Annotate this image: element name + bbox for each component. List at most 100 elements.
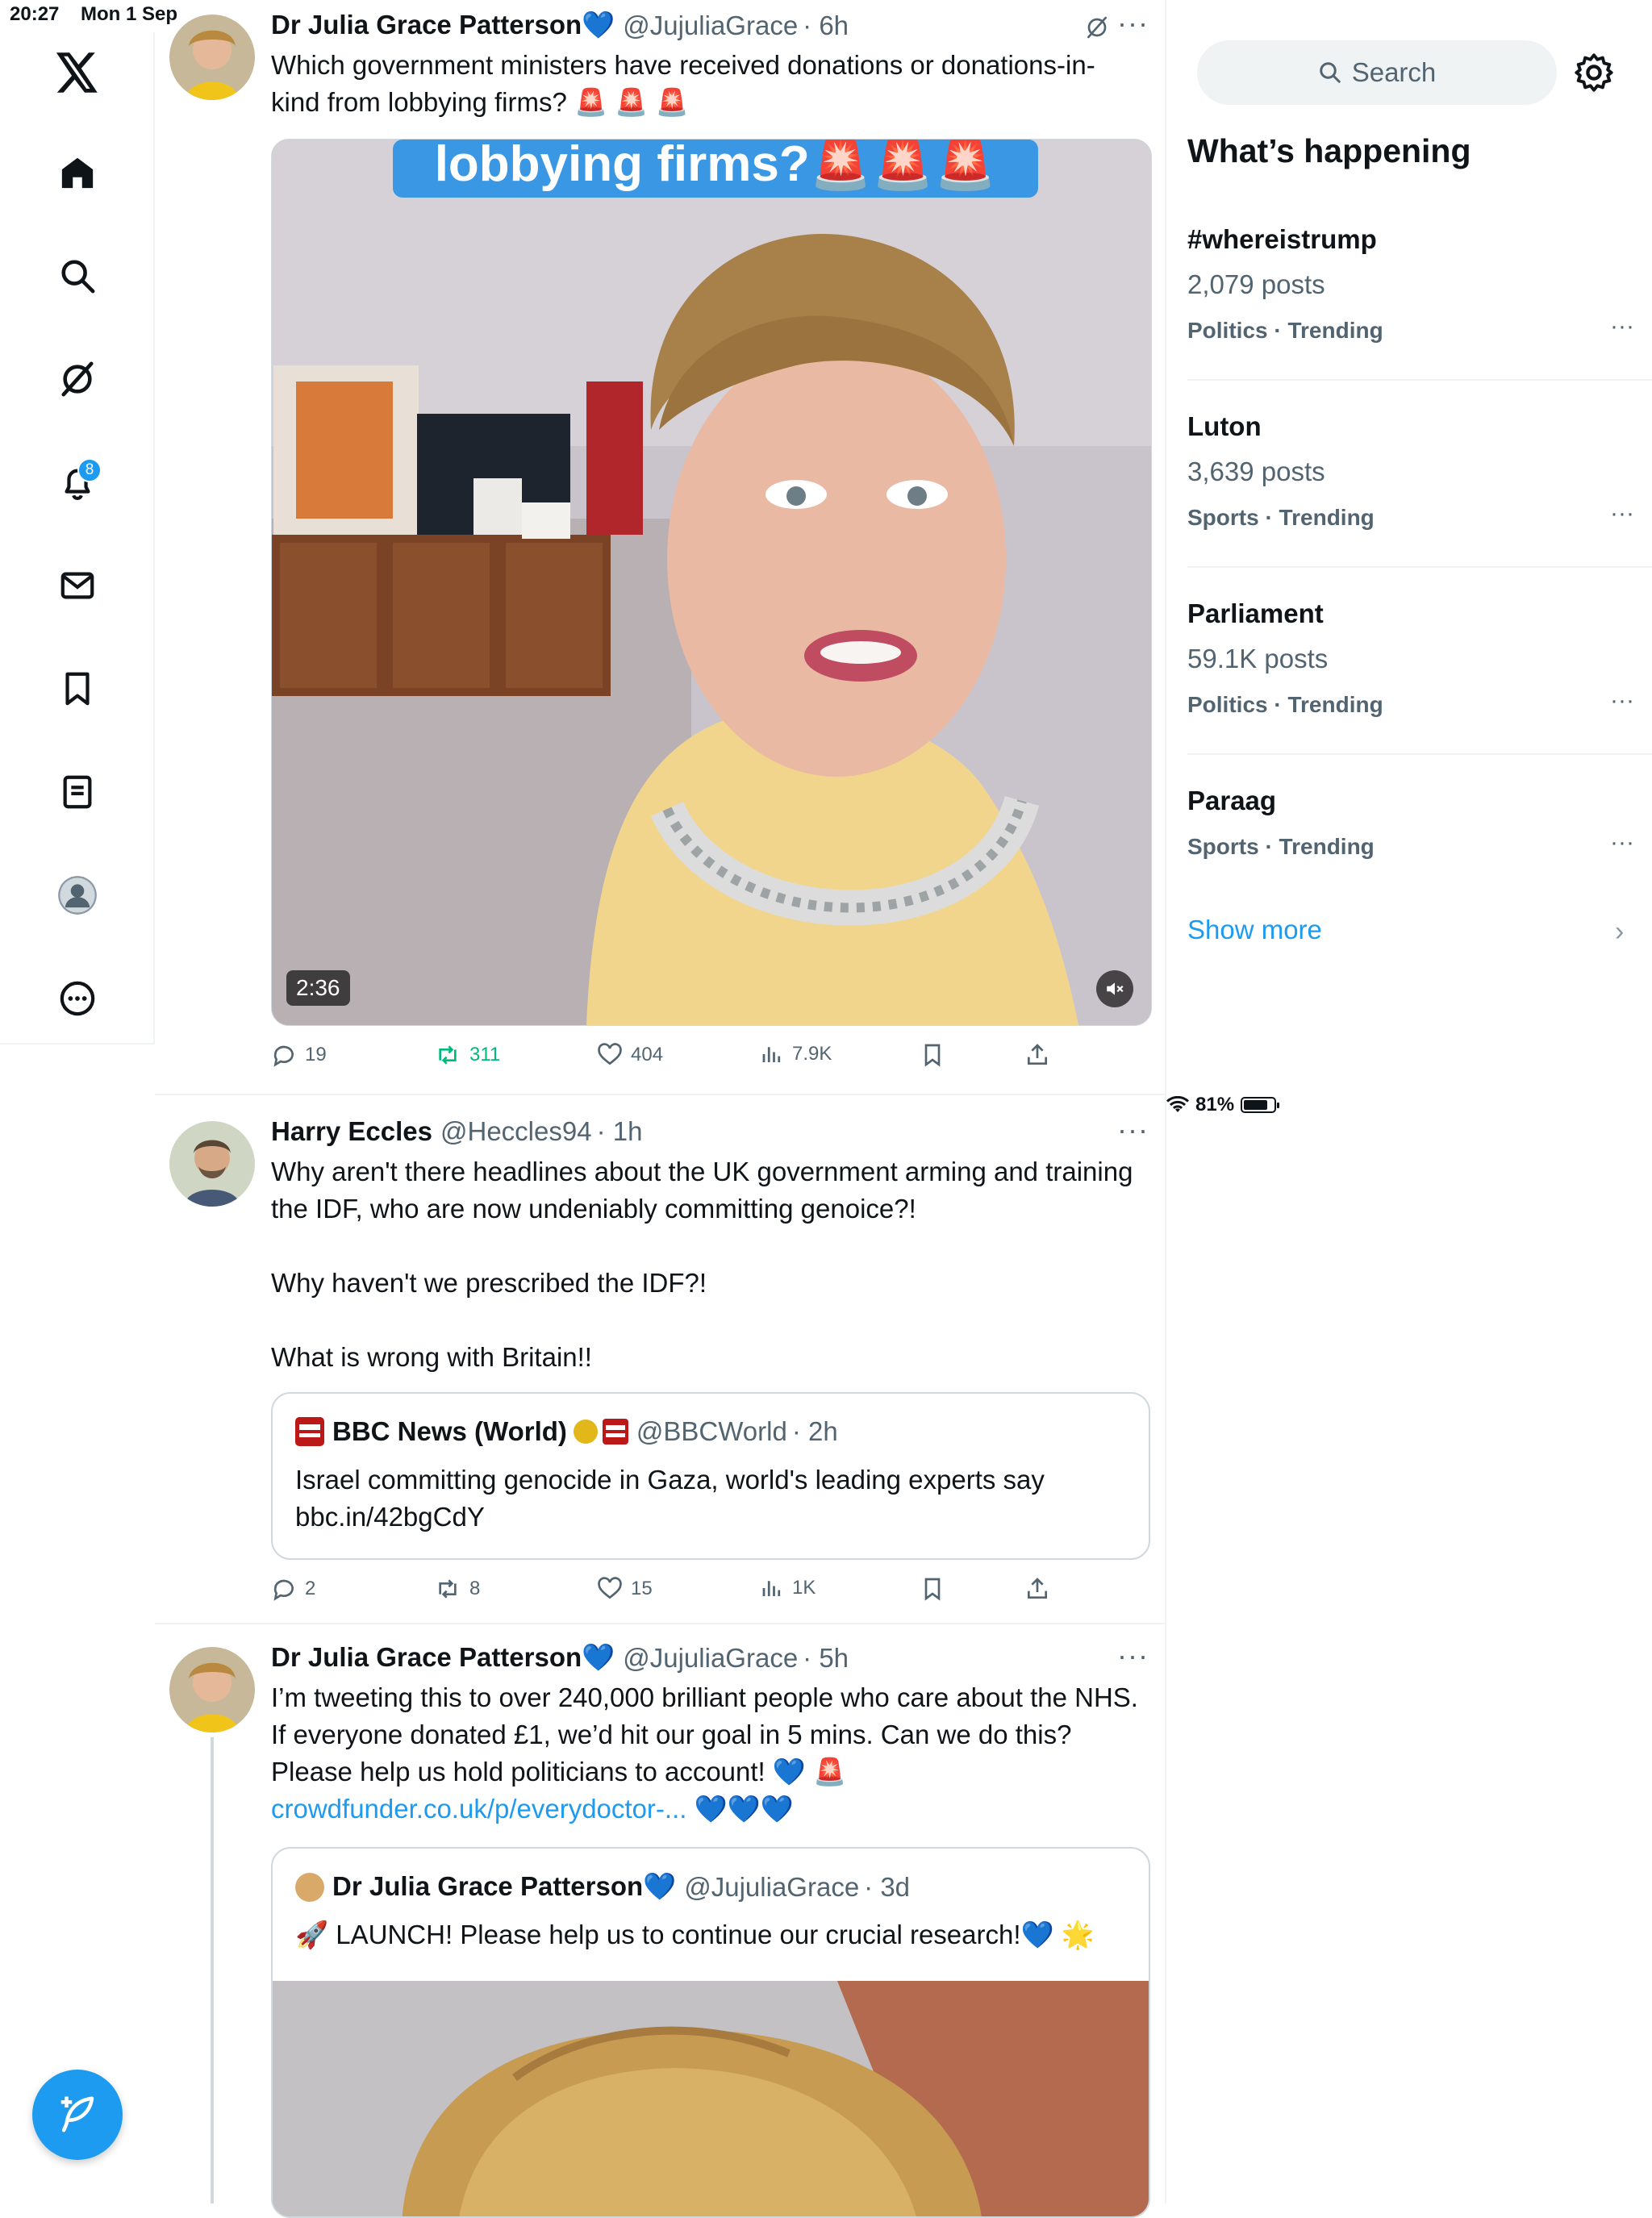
views-button[interactable]: 1K xyxy=(760,1576,816,1600)
author-handle[interactable]: @Heccles94 xyxy=(440,1116,592,1147)
share-icon xyxy=(1028,1578,1047,1599)
quoted-author-name: BBC News (World) xyxy=(332,1416,567,1446)
x-logo-icon[interactable] xyxy=(53,48,102,97)
whats-happening-title: What’s happening xyxy=(1187,132,1471,169)
heart-icon xyxy=(598,1577,622,1599)
notifications-badge: 8 xyxy=(77,458,102,482)
bookmark-button[interactable] xyxy=(920,1042,945,1068)
quoted-tweet-text: 🚀 LAUNCH! Please help us to continue our… xyxy=(295,1920,1095,1949)
heart-icon xyxy=(598,1043,622,1065)
quoted-tweet[interactable]: Dr Julia Grace Patterson💙 @JujuliaGrace … xyxy=(271,1847,1150,2218)
tweet-text: Why aren't there headlines about the UK … xyxy=(271,1153,1142,1376)
quoted-tweet[interactable]: BBC News (World) @BBCWorld · 2h Israel c… xyxy=(271,1392,1150,1560)
share-button[interactable] xyxy=(1024,1042,1050,1068)
more-options-icon[interactable] xyxy=(53,974,102,1023)
more-options-icon[interactable]: ··· xyxy=(1610,829,1634,857)
tweet-paragraph: Why aren't there headlines about the UK … xyxy=(271,1157,1133,1224)
bookmark-button[interactable] xyxy=(920,1576,945,1602)
more-options-icon[interactable]: ··· xyxy=(1117,1113,1149,1147)
compose-post-button[interactable] xyxy=(32,2070,123,2160)
trend-count: 59.1K posts xyxy=(1187,644,1329,673)
avatar[interactable] xyxy=(169,1121,255,1207)
reply-button[interactable]: 2 xyxy=(271,1576,315,1602)
share-button[interactable] xyxy=(1024,1576,1050,1602)
tweet-paragraph: What is wrong with Britain!! xyxy=(271,1342,592,1372)
tweet-card[interactable]: Harry Eccles @Heccles94 · 1h ··· Why are… xyxy=(155,1095,1165,1624)
bookmark-icon xyxy=(924,1578,941,1601)
quoted-author-name: Dr Julia Grace Patterson💙 xyxy=(332,1871,677,1901)
tweet-paragraph: I’m tweeting this to over 240,000 brilli… xyxy=(271,1682,1138,1786)
retweet-count: 311 xyxy=(469,1044,501,1065)
share-icon xyxy=(1028,1044,1047,1065)
author-handle[interactable]: @JujuliaGrace xyxy=(623,10,798,41)
trend-count: 2,079 posts xyxy=(1187,269,1325,299)
avatar[interactable] xyxy=(169,15,255,100)
tweet-text: Which government ministers have received… xyxy=(271,50,1095,117)
more-options-icon[interactable]: ··· xyxy=(1610,687,1634,715)
settings-gear-icon[interactable] xyxy=(1573,52,1615,94)
bookmark-icon xyxy=(924,1044,941,1067)
trend-category: Politics · Trending xyxy=(1187,318,1383,343)
more-options-icon[interactable]: ··· xyxy=(1117,6,1149,40)
bookmarks-icon[interactable] xyxy=(53,665,102,713)
quoted-media-image[interactable] xyxy=(273,1981,1149,2216)
timeline: Dr Julia Grace Patterson💙 @JujuliaGrace … xyxy=(155,0,1166,2218)
tweet-paragraph: Why haven't we prescribed the IDF?! xyxy=(271,1268,707,1298)
author-handle[interactable]: @JujuliaGrace xyxy=(623,1643,798,1674)
trend-item[interactable]: Luton 3,639 posts Sports · Trending ··· xyxy=(1187,405,1637,566)
show-more-link[interactable]: Show more xyxy=(1187,915,1322,945)
quoted-tweet-text: Israel committing genocide in Gaza, worl… xyxy=(295,1461,1126,1536)
like-button[interactable]: 15 xyxy=(597,1576,653,1602)
tweet-header: Harry Eccles @Heccles94 · 1h xyxy=(271,1116,642,1147)
trend-item[interactable]: Parliament 59.1K posts Politics · Trendi… xyxy=(1187,592,1637,753)
grok-icon[interactable] xyxy=(53,355,102,403)
reply-button[interactable]: 19 xyxy=(271,1042,327,1068)
mute-button[interactable] xyxy=(1096,970,1133,1007)
quoted-link[interactable]: bbc.in/42bgCdY xyxy=(295,1499,1126,1536)
author-name[interactable]: Harry Eccles xyxy=(271,1116,432,1147)
tweet-card[interactable]: Dr Julia Grace Patterson💙 @JujuliaGrace … xyxy=(155,0,1165,1095)
tweet-actions: 2 8 15 1K xyxy=(271,1576,1078,1608)
avatar xyxy=(295,1872,324,1902)
crowdfunder-link[interactable]: crowdfunder.co.uk/p/everydoctor-... xyxy=(271,1794,686,1824)
search-input[interactable]: Search xyxy=(1197,40,1557,105)
reply-count: 19 xyxy=(305,1044,327,1065)
bbc-logo-icon xyxy=(295,1417,324,1446)
more-options-icon[interactable]: ··· xyxy=(1610,500,1634,527)
grok-icon[interactable] xyxy=(1084,15,1110,40)
notifications-bell-icon[interactable]: 8 xyxy=(53,458,102,507)
more-options-icon[interactable]: ··· xyxy=(1610,313,1634,340)
quoted-tweet-time: · 3d xyxy=(864,1871,911,1902)
video-player[interactable]: lobbying firms?🚨🚨🚨 2:36 xyxy=(271,139,1152,1026)
like-button[interactable]: 404 xyxy=(597,1042,663,1068)
tweet-actions: 19 311 404 7.9K xyxy=(271,1042,1078,1074)
trend-item[interactable]: #whereistrump 2,079 posts Politics · Tre… xyxy=(1187,218,1637,379)
search-placeholder: Search xyxy=(1351,57,1437,87)
trend-name: Parliament xyxy=(1187,598,1324,628)
lists-icon[interactable] xyxy=(53,768,102,816)
quoted-tweet-header: BBC News (World) @BBCWorld · 2h xyxy=(295,1416,838,1447)
chevron-right-icon[interactable]: › xyxy=(1615,916,1624,948)
explore-search-icon[interactable] xyxy=(53,252,102,300)
video-duration: 2:36 xyxy=(286,970,350,1006)
profile-icon[interactable] xyxy=(53,871,102,919)
left-navigation: 8 xyxy=(0,32,155,1044)
video-caption: lobbying firms?🚨🚨🚨 xyxy=(434,139,997,192)
retweet-button[interactable]: 311 xyxy=(434,1042,500,1068)
avatar[interactable] xyxy=(169,1647,255,1732)
trend-item[interactable]: Paraag Sports · Trending ··· xyxy=(1187,779,1637,892)
home-icon[interactable] xyxy=(53,148,102,197)
author-name[interactable]: Dr Julia Grace Patterson💙 xyxy=(271,10,615,41)
compose-feather-icon xyxy=(60,2096,94,2133)
author-name[interactable]: Dr Julia Grace Patterson💙 xyxy=(271,1642,615,1674)
messages-envelope-icon[interactable] xyxy=(53,561,102,610)
retweet-button[interactable]: 8 xyxy=(434,1576,480,1602)
reply-count: 2 xyxy=(305,1578,316,1599)
tweet-time: · 6h xyxy=(803,10,849,40)
retweet-icon xyxy=(439,1045,457,1065)
more-options-icon[interactable]: ··· xyxy=(1117,1639,1149,1673)
quoted-tweet-time: · 2h xyxy=(791,1416,838,1446)
tweet-card[interactable]: Dr Julia Grace Patterson💙 @JujuliaGrace … xyxy=(155,1624,1165,2218)
trend-category: Politics · Trending xyxy=(1187,692,1383,717)
views-button[interactable]: 7.9K xyxy=(760,1042,832,1066)
